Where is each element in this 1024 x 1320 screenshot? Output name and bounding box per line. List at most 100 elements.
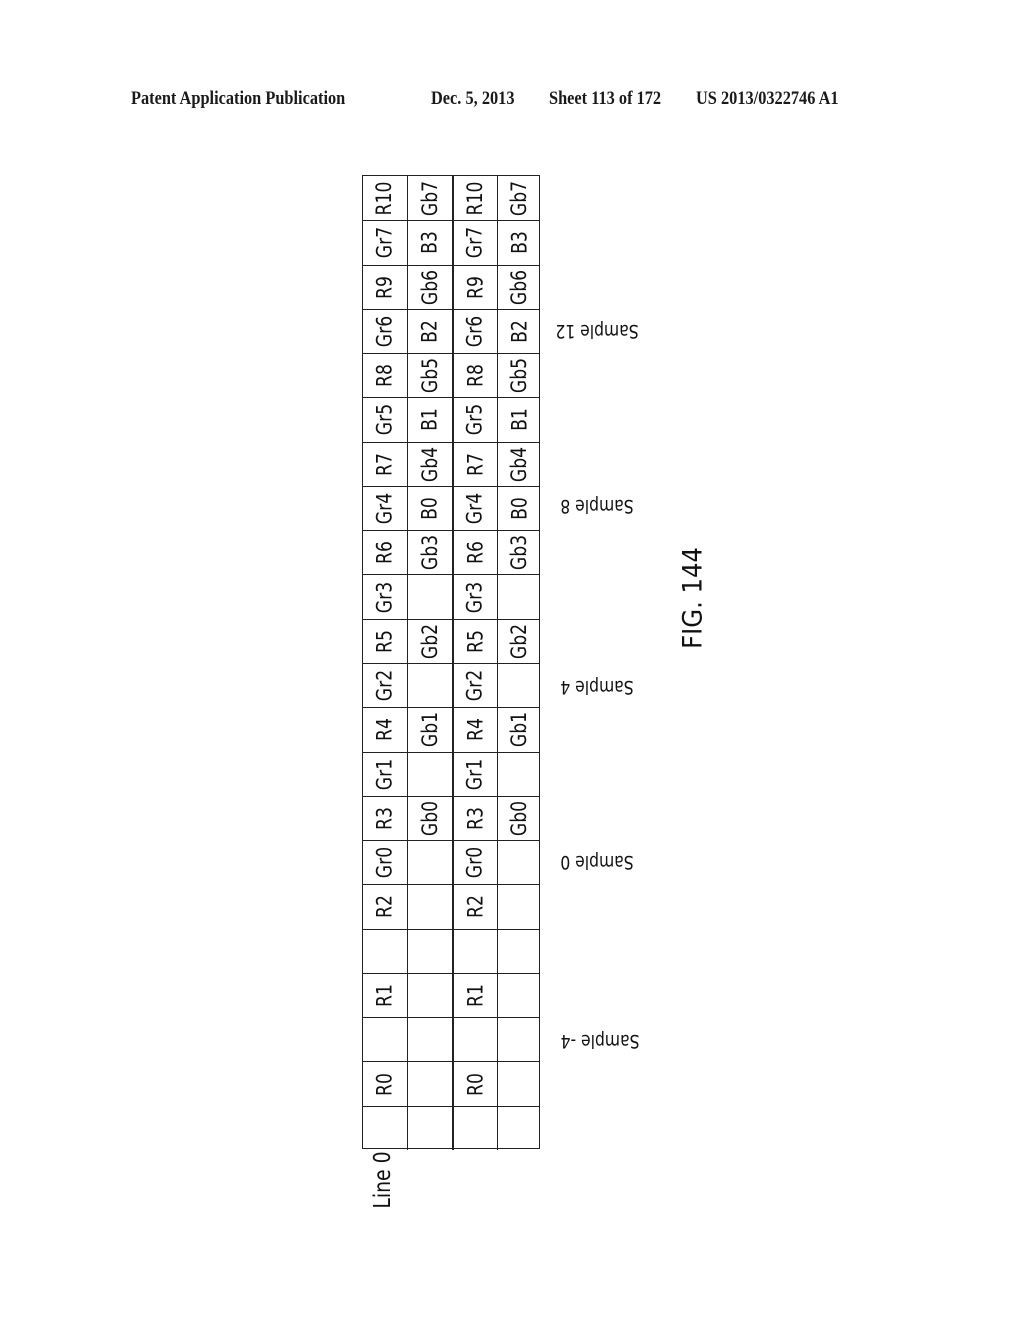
table-cell xyxy=(363,1018,407,1061)
table-cell: Gb5 xyxy=(407,354,452,398)
cell-label: R2 xyxy=(462,895,487,919)
cell-label: Gb3 xyxy=(417,535,442,571)
table-cell xyxy=(452,1018,497,1062)
table-cell: R7 xyxy=(452,442,497,486)
table-cell: Gr3 xyxy=(363,575,407,618)
table-cell: Gr0 xyxy=(363,841,407,884)
table-cell: Gr2 xyxy=(363,664,407,707)
table-cell xyxy=(363,1107,407,1150)
table-cell xyxy=(497,885,541,929)
cell-label: R8 xyxy=(372,364,397,388)
cell-label: Gb5 xyxy=(417,358,442,394)
table-cell: Gb4 xyxy=(497,442,541,486)
table-cell: Gr3 xyxy=(452,575,497,619)
table-cell: Gb5 xyxy=(497,354,541,398)
cell-label: R7 xyxy=(462,452,487,476)
table-cell xyxy=(407,973,452,1018)
table-cell xyxy=(497,1018,541,1062)
table-cell xyxy=(497,1062,541,1106)
cell-label: R10 xyxy=(372,181,397,216)
table-cell xyxy=(407,664,452,708)
table-cell: Gr4 xyxy=(363,487,407,530)
cell-label: Gr4 xyxy=(463,492,487,525)
cell-label: Gr7 xyxy=(463,227,487,259)
cell-label: R10 xyxy=(462,181,487,216)
table-cell xyxy=(407,841,452,885)
pixel-sample-table: R10 Gb7 R10 Gb7 Gr7 B3 Gr7 B3 R9 Gb6 R9 Gb6 Gr6 B2 Gr6… xyxy=(362,175,541,1150)
table-cell: R10 xyxy=(452,176,497,221)
table-cell: R3 xyxy=(363,797,407,840)
table-cell: B2 xyxy=(407,309,452,354)
cell-label: B2 xyxy=(417,320,442,343)
table-cell: Gb1 xyxy=(407,708,452,752)
table-row xyxy=(363,1017,541,1062)
table-row: R8 Gb5 R8 Gb5 xyxy=(363,353,541,398)
table-row xyxy=(363,1105,539,1150)
cell-label: Gb6 xyxy=(507,269,531,305)
table-cell: R9 xyxy=(363,266,407,309)
table-row: R4 Gb1 R4 Gb1 xyxy=(363,707,541,752)
table-cell xyxy=(407,1106,452,1150)
cell-label: Gb2 xyxy=(507,623,531,659)
table-cell: Gb0 xyxy=(497,796,541,841)
cell-label: Gr1 xyxy=(372,758,397,790)
cell-label: Gr3 xyxy=(463,581,487,613)
table-cell xyxy=(497,841,541,885)
sheet-number: Sheet 113 of 172 xyxy=(549,88,662,109)
table-cell: B3 xyxy=(497,221,541,265)
table-cell: Gr7 xyxy=(363,221,407,264)
patent-number: US 2013/0322746 A1 xyxy=(696,88,839,109)
table-cell xyxy=(497,929,541,973)
table-cell: B2 xyxy=(497,309,541,354)
table-cell: Gr6 xyxy=(452,309,497,354)
cell-label: Gr0 xyxy=(372,847,397,879)
table-row: Gr3 Gr3 xyxy=(363,574,541,619)
table-cell: Gr7 xyxy=(452,221,497,265)
table-cell: Gr0 xyxy=(452,841,497,885)
cell-label: Gr5 xyxy=(372,404,397,436)
table-row: Gr6 B2 Gr6 B2 xyxy=(363,308,541,354)
table-cell xyxy=(407,752,452,796)
table-cell xyxy=(407,885,452,929)
table-cell: Gb6 xyxy=(407,265,452,309)
line-0-label: Line 0 xyxy=(370,1151,396,1209)
cell-label: Gb0 xyxy=(417,800,442,837)
cell-label: R9 xyxy=(372,275,397,299)
cell-label: Gr5 xyxy=(463,404,487,436)
table-cell: Gr5 xyxy=(363,398,407,441)
table-cell xyxy=(497,575,541,619)
table-cell xyxy=(497,752,541,796)
cell-label: R4 xyxy=(372,718,397,742)
table-cell xyxy=(497,664,541,708)
table-cell: Gr6 xyxy=(363,310,407,353)
table-row: R6 Gb3 R6 Gb3 xyxy=(363,530,539,575)
cell-label: Gr0 xyxy=(463,847,487,879)
cell-label: B0 xyxy=(417,497,442,520)
cell-label: Gb7 xyxy=(417,180,442,216)
table-cell: R0 xyxy=(452,1062,497,1106)
table-cell: B3 xyxy=(407,221,452,265)
table-cell: Gb3 xyxy=(407,531,452,575)
table-cell: R8 xyxy=(452,354,497,398)
cell-label: R1 xyxy=(372,984,397,1007)
table-row: R2 R2 xyxy=(363,884,541,929)
table-cell: R2 xyxy=(363,885,407,928)
table-cell: Gr1 xyxy=(452,752,497,796)
table-cell: Gb2 xyxy=(497,619,541,663)
table-cell xyxy=(497,973,541,1018)
table-row: Gr0 Gr0 xyxy=(363,840,541,885)
table-cell: R3 xyxy=(452,796,497,841)
cell-label: Gb0 xyxy=(507,800,531,837)
table-cell: R9 xyxy=(452,265,497,309)
table-cell: R2 xyxy=(452,885,497,929)
cell-label: R9 xyxy=(462,275,487,299)
table-row: R9 Gb6 R9 Gb6 xyxy=(363,264,539,309)
cell-label: B0 xyxy=(507,497,531,520)
cell-label: B2 xyxy=(507,320,531,343)
cell-label: R6 xyxy=(372,541,397,565)
sample-4-label: Sample 4 xyxy=(560,676,634,698)
cell-label: Gr6 xyxy=(463,315,487,348)
cell-label: R5 xyxy=(462,629,487,653)
sample-12-label: Sample 12 xyxy=(555,320,639,342)
table-cell: Gb1 xyxy=(497,708,541,752)
